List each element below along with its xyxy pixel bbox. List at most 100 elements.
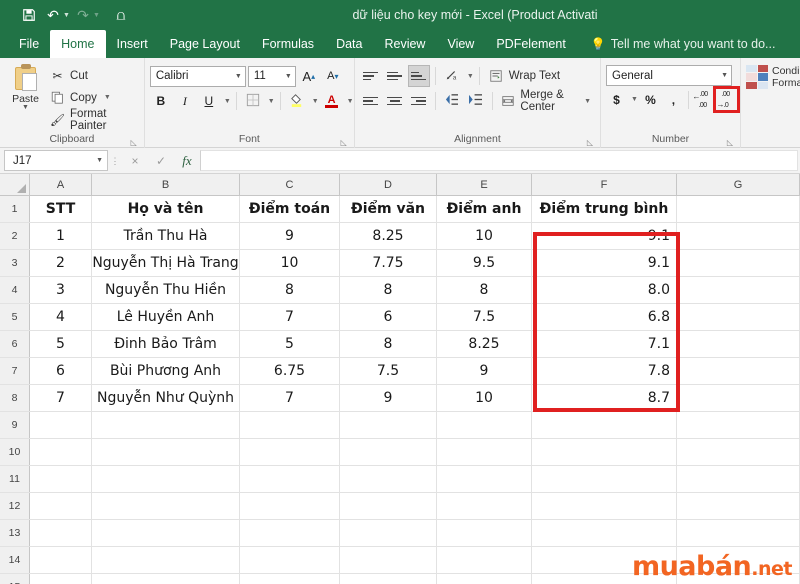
cell-e9[interactable] <box>437 412 532 438</box>
row-header-9[interactable]: 9 <box>0 412 30 438</box>
font-name-combo[interactable]: Calibri ▼ <box>149 65 246 87</box>
cell-d7[interactable]: 7.5 <box>340 358 437 384</box>
cell-g4[interactable] <box>677 277 800 303</box>
cell-d8[interactable]: 9 <box>340 385 437 411</box>
column-header-g[interactable]: G <box>677 174 800 195</box>
cell-d1[interactable]: Điểm văn <box>340 196 437 222</box>
increase-decimal-button[interactable]: ← .00 .00 <box>692 89 714 110</box>
cell-f11[interactable] <box>532 466 677 492</box>
cell-b4[interactable]: Nguyễn Thu Hiền <box>92 277 240 303</box>
cell-f10[interactable] <box>532 439 677 465</box>
column-header-e[interactable]: E <box>437 174 532 195</box>
merge-dropdown-icon[interactable]: ▼ <box>584 98 591 105</box>
column-header-f[interactable]: F <box>532 174 677 195</box>
paste-dropdown-icon[interactable]: ▼ <box>22 104 29 111</box>
cell-c7[interactable]: 6.75 <box>240 358 340 384</box>
cell-a15[interactable] <box>30 574 92 584</box>
cell-e6[interactable]: 8.25 <box>437 331 532 357</box>
cell-a13[interactable] <box>30 520 92 546</box>
cell-c5[interactable]: 7 <box>240 304 340 330</box>
cut-button[interactable]: ✂ Cut <box>46 65 139 86</box>
tab-file[interactable]: File <box>8 30 50 58</box>
cell-a12[interactable] <box>30 493 92 519</box>
cell-d13[interactable] <box>340 520 437 546</box>
decrease-font-size-button[interactable]: A ▾ <box>322 65 344 87</box>
column-header-c[interactable]: C <box>240 174 340 195</box>
cell-c2[interactable]: 9 <box>240 223 340 249</box>
font-dialog-launcher-icon[interactable]: ◺ <box>341 138 347 147</box>
font-color-button[interactable]: A <box>321 90 343 112</box>
cell-f5[interactable]: 6.8 <box>532 304 677 330</box>
accounting-format-button[interactable]: $ <box>606 89 627 110</box>
row-header-11[interactable]: 11 <box>0 466 30 492</box>
cell-c15[interactable] <box>240 574 340 584</box>
insert-function-button[interactable]: fx <box>174 150 200 171</box>
cell-b10[interactable] <box>92 439 240 465</box>
accounting-dropdown-icon[interactable]: ▼ <box>631 96 638 103</box>
number-dialog-launcher-icon[interactable]: ◺ <box>727 138 733 147</box>
cell-f9[interactable] <box>532 412 677 438</box>
cell-a9[interactable] <box>30 412 92 438</box>
cell-b7[interactable]: Bùi Phương Anh <box>92 358 240 384</box>
cell-e13[interactable] <box>437 520 532 546</box>
row-header-5[interactable]: 5 <box>0 304 30 330</box>
column-header-a[interactable]: A <box>30 174 92 195</box>
cell-e4[interactable]: 8 <box>437 277 532 303</box>
wrap-text-button[interactable]: Wrap Text <box>485 66 564 87</box>
number-format-dropdown-icon[interactable]: ▼ <box>717 72 728 79</box>
cell-c12[interactable] <box>240 493 340 519</box>
paste-button[interactable]: Paste ▼ <box>5 62 46 111</box>
copy-button[interactable]: Copy ▼ <box>46 87 139 108</box>
borders-dropdown-icon[interactable]: ▼ <box>268 98 275 105</box>
font-size-combo[interactable]: 11 ▼ <box>247 65 296 87</box>
cell-b12[interactable] <box>92 493 240 519</box>
cell-f12[interactable] <box>532 493 677 519</box>
cell-a6[interactable]: 5 <box>30 331 92 357</box>
cell-b6[interactable]: Đinh Bảo Trâm <box>92 331 240 357</box>
align-right-button[interactable] <box>408 90 430 112</box>
row-header-14[interactable]: 14 <box>0 547 30 573</box>
cell-g12[interactable] <box>677 493 800 519</box>
tab-page-layout[interactable]: Page Layout <box>159 30 251 58</box>
font-size-dropdown-icon[interactable]: ▼ <box>281 73 292 80</box>
cell-f6[interactable]: 7.1 <box>532 331 677 357</box>
cell-d2[interactable]: 8.25 <box>340 223 437 249</box>
cell-c4[interactable]: 8 <box>240 277 340 303</box>
row-header-8[interactable]: 8 <box>0 385 30 411</box>
row-header-10[interactable]: 10 <box>0 439 30 465</box>
italic-button[interactable]: I <box>174 90 196 112</box>
cell-e7[interactable]: 9 <box>437 358 532 384</box>
cell-d14[interactable] <box>340 547 437 573</box>
cell-f4[interactable]: 8.0 <box>532 277 677 303</box>
row-header-6[interactable]: 6 <box>0 331 30 357</box>
decrease-decimal-button[interactable]: .00 → .0 <box>712 86 740 113</box>
cell-b11[interactable] <box>92 466 240 492</box>
cell-e1[interactable]: Điểm anh <box>437 196 532 222</box>
align-top-button[interactable] <box>360 65 382 87</box>
copy-dropdown-icon[interactable]: ▼ <box>104 94 111 101</box>
cell-a11[interactable] <box>30 466 92 492</box>
orientation-dropdown-icon[interactable]: ▼ <box>467 73 474 80</box>
bold-button[interactable]: B <box>150 90 172 112</box>
cell-a1[interactable]: STT <box>30 196 92 222</box>
tab-view[interactable]: View <box>436 30 485 58</box>
enter-formula-button[interactable]: ✓ <box>148 150 174 171</box>
cell-f13[interactable] <box>532 520 677 546</box>
cell-a5[interactable]: 4 <box>30 304 92 330</box>
column-header-b[interactable]: B <box>92 174 240 195</box>
select-all-button[interactable] <box>0 174 30 195</box>
cell-a2[interactable]: 1 <box>30 223 92 249</box>
orientation-button[interactable]: a <box>441 65 463 87</box>
cell-e11[interactable] <box>437 466 532 492</box>
cell-d10[interactable] <box>340 439 437 465</box>
row-header-12[interactable]: 12 <box>0 493 30 519</box>
row-header-1[interactable]: 1 <box>0 196 30 222</box>
percent-style-button[interactable]: % <box>640 89 661 110</box>
cell-c9[interactable] <box>240 412 340 438</box>
name-box-dropdown-icon[interactable]: ▼ <box>96 157 103 164</box>
cell-e14[interactable] <box>437 547 532 573</box>
cell-c13[interactable] <box>240 520 340 546</box>
conditional-formatting-button[interactable]: Condi Format <box>746 62 800 89</box>
cell-g5[interactable] <box>677 304 800 330</box>
column-header-d[interactable]: D <box>340 174 437 195</box>
